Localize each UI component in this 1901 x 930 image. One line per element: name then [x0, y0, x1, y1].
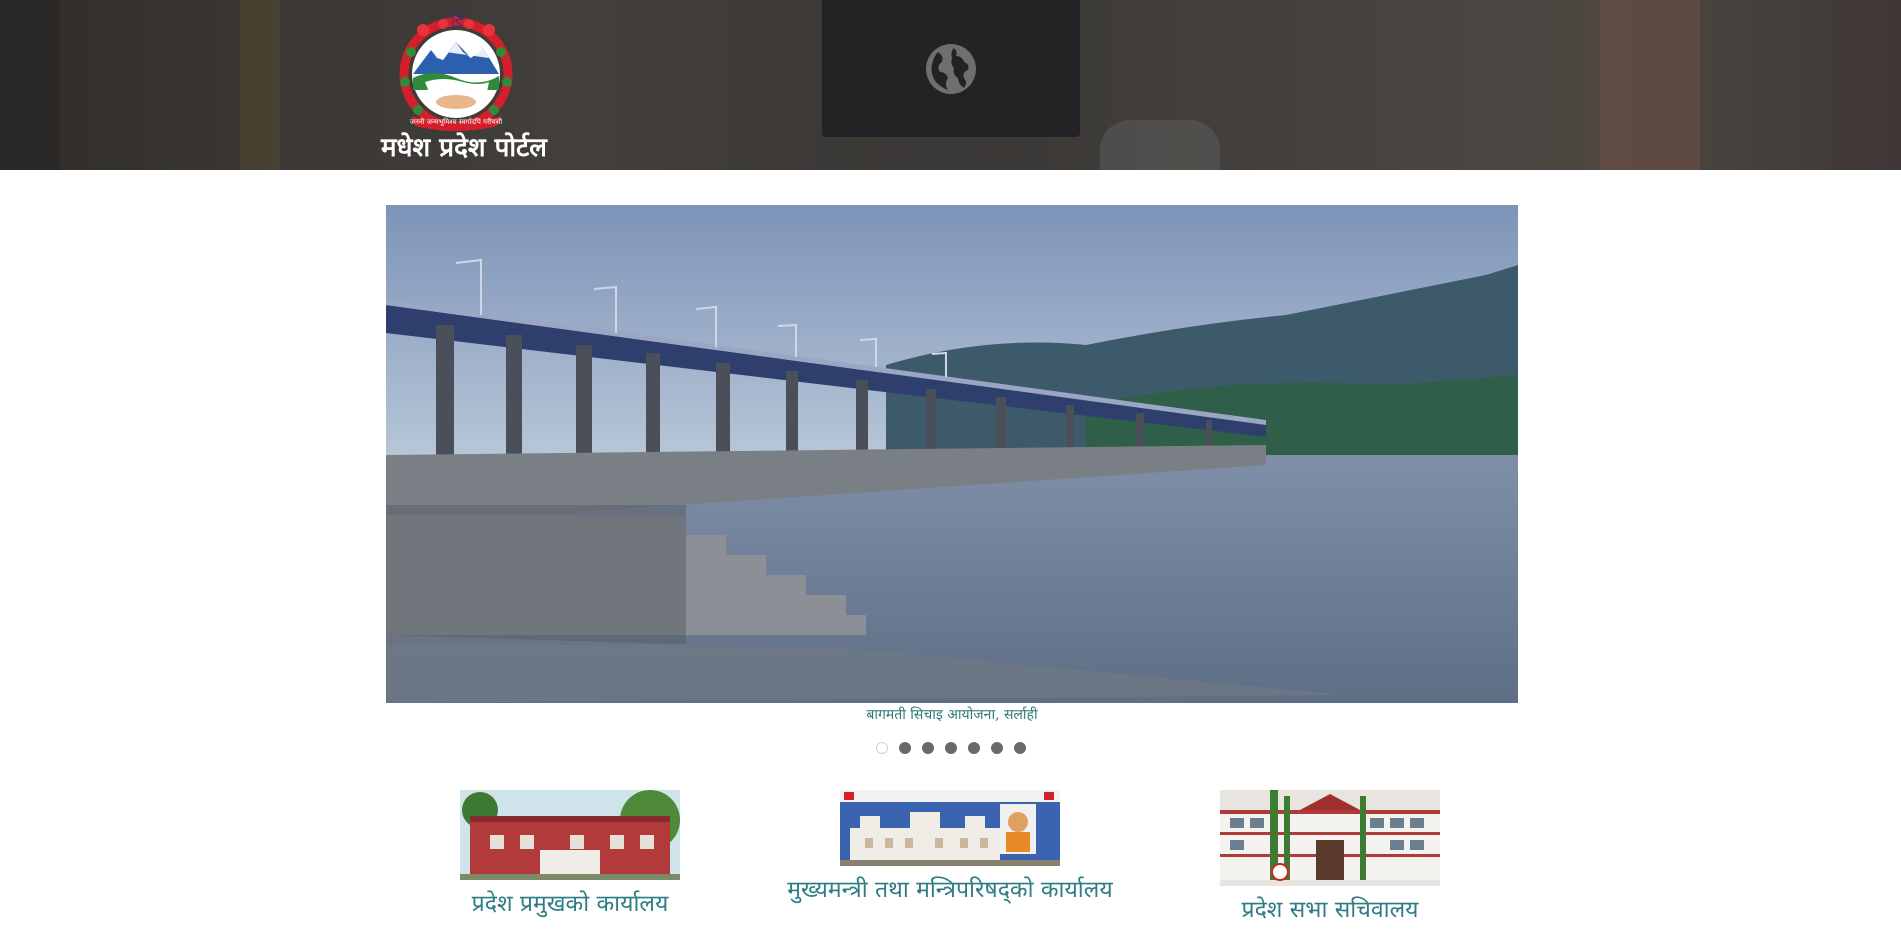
nepal-emblem-icon[interactable]: जननी जन्मभूमिश्च स्वर्गादपि गरीयसी — [383, 12, 529, 132]
slider-dot[interactable] — [945, 742, 957, 754]
chief-minister-office-image — [840, 790, 1060, 866]
slider-dot[interactable] — [899, 742, 911, 754]
site-header: जननी जन्मभूमिश्च स्वर्गादपि गरीयसी मधेश … — [0, 0, 1901, 170]
slider-dot[interactable] — [876, 742, 888, 754]
assembly-secretariat-image — [1220, 790, 1440, 886]
slider-dot[interactable] — [968, 742, 980, 754]
card-label: प्रदेश प्रमुखको कार्यालय — [471, 891, 669, 917]
card-governor-office[interactable]: प्रदेश प्रमुखको कार्यालय — [440, 790, 700, 918]
governor-office-image — [460, 790, 680, 880]
slider-dot[interactable] — [922, 742, 934, 754]
slide-caption: बागमती सिचाइ आयोजना, सर्लाही — [866, 707, 1038, 723]
site-title[interactable]: मधेश प्रदेश पोर्टल — [381, 128, 547, 164]
card-chief-minister-office[interactable]: मुख्यमन्त्री तथा मन्त्रिपरिषद्को कार्याल… — [780, 790, 1120, 904]
svg-text:जननी जन्मभूमिश्च स्वर्गादपि गर: जननी जन्मभूमिश्च स्वर्गादपि गरीयसी — [410, 117, 503, 126]
card-label: मुख्यमन्त्री तथा मन्त्रिपरिषद्को कार्याल… — [787, 877, 1113, 903]
hero-slider[interactable] — [386, 205, 1518, 703]
card-label: प्रदेश सभा सचिवालय — [1241, 897, 1419, 923]
slide-image-barrage — [386, 205, 1518, 703]
language-switcher[interactable] — [822, 0, 1080, 137]
card-assembly-secretariat[interactable]: प्रदेश सभा सचिवालय — [1200, 790, 1460, 924]
slider-dot[interactable] — [1014, 742, 1026, 754]
globe-icon[interactable] — [924, 42, 978, 96]
slider-dot[interactable] — [991, 742, 1003, 754]
slider-pagination — [876, 742, 1026, 754]
